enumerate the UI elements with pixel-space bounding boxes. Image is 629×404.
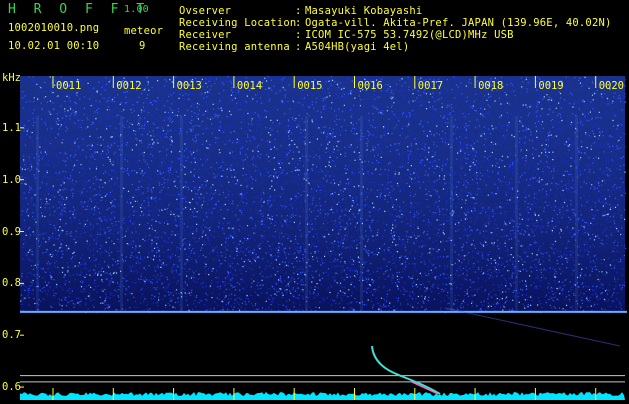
info-separator: : <box>295 29 302 41</box>
app-version: 1.00 <box>124 4 149 15</box>
x-tick-label: 0015 <box>297 80 323 92</box>
y-tick-label: 0.8 <box>2 277 21 290</box>
x-tick-label: 0014 <box>236 80 263 92</box>
info-value-observer: Masayuki Kobayashi <box>305 5 423 17</box>
noise-streak <box>305 116 308 312</box>
carrier-line <box>20 310 627 313</box>
spectrogram-plot: kHz 0011 0012 0013 0014 0015 0016 0017 0018 0019… <box>0 72 629 400</box>
y-tick-label: 0.9 <box>2 225 21 238</box>
noise-streak <box>360 116 363 312</box>
x-tick-label: 0019 <box>538 80 564 92</box>
x-tick-label: 0012 <box>116 80 142 92</box>
x-tick-label: 0017 <box>417 80 444 92</box>
info-value-location: Ogata-vill. Akita-Pref. JAPAN (139.96E, … <box>305 17 612 29</box>
x-tick-label: 0011 <box>56 80 82 92</box>
noise-streak <box>36 116 39 312</box>
info-separator: : <box>295 41 302 53</box>
info-separator: : <box>295 5 302 17</box>
info-label-receiver: Receiver <box>179 29 232 41</box>
info-label-antenna: Receiving antenna <box>179 41 290 53</box>
x-tick-label: 0016 <box>357 80 383 92</box>
y-tick-label: 1.1 <box>2 121 21 134</box>
spectrogram-svg <box>0 76 629 400</box>
info-value-receiver: ICOM IC-575 53.7492(@LCD)MHz USB <box>305 29 514 41</box>
x-tick-label: 0018 <box>478 80 504 92</box>
header-panel: H R O F F T 1.00 1002010010.png meteor 1… <box>0 0 629 76</box>
noise-streak <box>450 116 453 312</box>
y-axis-unit: kHz <box>2 72 21 84</box>
noise-streak <box>120 116 123 312</box>
capture-datetime: 10.02.01 00:10 <box>8 40 100 52</box>
x-tick-label: 0020 <box>598 80 624 92</box>
info-label-observer: Ovserver <box>179 5 232 17</box>
info-separator: : <box>295 17 302 29</box>
noise-streak <box>515 116 518 312</box>
info-value-antenna: A504HB(yagi 4el) <box>305 41 410 53</box>
meteor-label: meteor <box>124 25 164 37</box>
info-label-location: Receiving Location <box>179 17 297 29</box>
y-tick-label: 1.0 <box>2 173 21 186</box>
x-tick-label: 0013 <box>176 80 202 92</box>
image-filename: 1002010010.png <box>8 22 100 34</box>
y-tick-label: 0.7 <box>2 329 21 342</box>
noise-field <box>20 76 627 314</box>
meteor-count: 9 <box>139 40 146 52</box>
noise-streak <box>180 116 183 312</box>
y-tick-label: 0.6 <box>2 381 21 394</box>
noise-streak <box>575 116 578 312</box>
